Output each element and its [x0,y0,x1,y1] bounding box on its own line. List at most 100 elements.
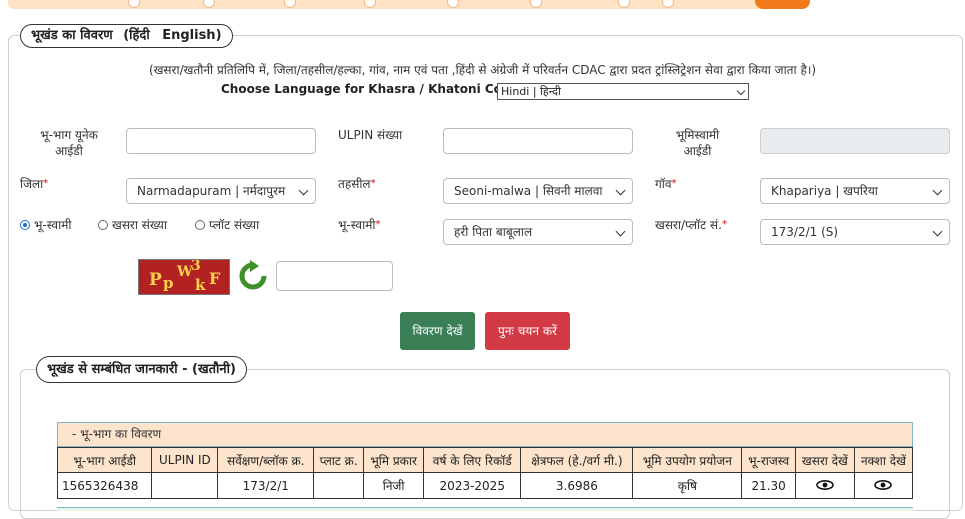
transliteration-note: (खसरा/खतौनी प्रतिलिपि में, जिला/तहसील/हल… [148,63,817,77]
col-survey: सर्वेक्षण/ब्लॉक क्र. [217,447,315,473]
owner-label: भू-स्वामी* [338,217,381,233]
captcha-image: P p W 3 k F [138,259,230,295]
cell-view-khasra [794,472,855,499]
section-legend: भूखंड का विवरण (हिंदी English) [20,24,233,48]
refresh-icon[interactable] [237,260,269,292]
col-view-khasra: खसरा देखें [794,447,855,473]
eye-icon[interactable] [874,479,893,490]
table-header-row: भू-भाग आईडी ULPIN ID सर्वेक्षण/ब्लॉक क्र… [56,447,914,473]
radio-plot[interactable]: प्लॉट संख्या [195,218,259,232]
cell-use: कृषि [632,472,743,499]
col-revenue: भू-राजस्व [741,447,796,473]
village-select[interactable]: Khapariya | खपरिया [760,178,950,204]
captcha-char: 3 [191,259,201,274]
tehsil-label-text: तहसील [338,177,371,191]
cell-revenue: 21.30 [741,472,796,499]
captcha-char: P [149,270,162,290]
radio-khasra-label: खसरा संख्या [112,218,167,232]
radio-owner[interactable]: भू-स्वामी [20,218,72,232]
khasra-label: खसरा/प्लॉट सं.* [655,217,727,233]
ulpin-label: ULPIN संख्या [338,128,403,142]
owner-id-label-line1: भूमिस्वामी [675,128,720,142]
district-label-text: जिला [20,177,44,191]
captcha-input[interactable] [276,261,393,291]
captcha-char: k [195,276,206,294]
district-label: जिला* [20,176,48,192]
khasra-value: 173/2/1 (S) [771,225,839,239]
col-plot: प्लाट क्र. [313,447,365,473]
radio-owner-label: भू-स्वामी [34,218,72,232]
cell-plot [313,472,365,499]
chevron-down-icon [615,185,626,196]
step-active [755,0,810,9]
district-value: Narmadapuram | नर्मदापुरम [137,184,286,198]
col-land-type: भूमि प्रकार [363,447,425,473]
cell-area: 3.6986 [520,472,634,499]
legend-english-option[interactable]: English) [162,28,221,43]
land-details-table: भू-भाग आईडी ULPIN ID सर्वेक्षण/ब्लॉक क्र… [56,447,914,499]
radio-icon [195,220,205,230]
required-mark: * [43,178,49,189]
required-mark: * [671,178,677,189]
khasra-label-text: खसरा/प्लॉट सं. [655,218,722,232]
district-select[interactable]: Narmadapuram | नर्मदापुरम [126,178,316,204]
language-select[interactable]: Hindi | हिन्दी [497,83,749,100]
unique-id-label: भू-भाग यूनेक आईडी [24,127,114,159]
village-label-text: गॉव [655,177,672,191]
required-mark: * [721,219,727,230]
chevron-down-icon [932,185,943,196]
view-details-button[interactable]: विवरण देखें [400,312,475,350]
unique-id-label-line2: आईडी [55,144,83,158]
legend-hindi-option[interactable]: (हिंदी [123,28,149,43]
owner-select[interactable]: हरी पिता बाबूलाल [443,219,633,245]
owner-id-label: भूमिस्वामी आईडी [660,127,735,159]
ulpin-input[interactable] [443,128,633,154]
col-land-id: भू-भाग आईडी [56,447,153,473]
khasra-select[interactable]: 173/2/1 (S) [760,219,950,245]
khatauni-legend: भूखंड से सम्बंधित जानकारी - (खतौनी) [36,356,247,383]
land-table: - भू-भाग का विवरण भू-भाग आईडी ULPIN ID स… [56,422,914,499]
col-area: क्षेत्रफल (हे./वर्ग मी.) [520,447,634,473]
unique-id-input[interactable] [126,128,316,154]
chevron-down-icon [932,226,943,237]
captcha-char: p [163,274,174,292]
captcha-char: F [209,269,221,288]
owner-id-label-line2: आईडी [683,144,712,158]
col-view-map: नक्शा देखें [853,447,914,473]
owner-id-input [760,128,950,154]
table-row: 1565326438 173/2/1 निजी 2023-2025 3.6986… [56,472,914,499]
required-mark: * [370,178,376,189]
radio-icon [98,220,108,230]
owner-value: हरी पिता बाबूलाल [454,225,533,239]
owner-label-text: भू-स्वामी [338,218,376,232]
cell-view-map [853,472,914,499]
chevron-down-icon [736,86,746,96]
language-label: Choose Language for Khasra / Khatoni Cop… [221,82,524,96]
radio-plot-label: प्लॉट संख्या [209,218,260,232]
language-select-value: Hindi | हिन्दी [501,85,561,98]
radio-khasra[interactable]: खसरा संख्या [98,218,167,232]
col-ulpin: ULPIN ID [151,447,219,473]
chevron-down-icon [298,185,309,196]
cell-survey: 173/2/1 [217,472,315,499]
radio-selected-icon [20,220,30,230]
cell-year: 2023-2025 [423,472,522,499]
unique-id-label-line1: भू-भाग यूनेक [40,128,98,142]
tehsil-select[interactable]: Seoni-malwa | सिवनी मालवा [443,178,633,204]
eye-icon[interactable] [816,479,834,490]
top-step-bar [0,0,965,9]
required-mark: * [375,219,381,230]
col-year: वर्ष के लिए रिकॉर्ड [423,447,522,473]
tehsil-label: तहसील* [338,176,376,192]
village-value: Khapariya | खपरिया [771,184,878,198]
reselect-button[interactable]: पुनः चयन करें [485,312,570,350]
cell-land-type: निजी [363,472,425,499]
next-section-strip [57,507,913,511]
village-label: गॉव* [655,176,677,192]
table-title: - भू-भाग का विवरण [57,422,913,447]
cell-land-id: 1565326438 [56,472,153,499]
legend-hindi-title: भूखंड का विवरण [31,28,113,43]
cell-ulpin [151,472,219,499]
col-use: भूमि उपयोग प्रयोजन [632,447,743,473]
chevron-down-icon [615,226,626,237]
